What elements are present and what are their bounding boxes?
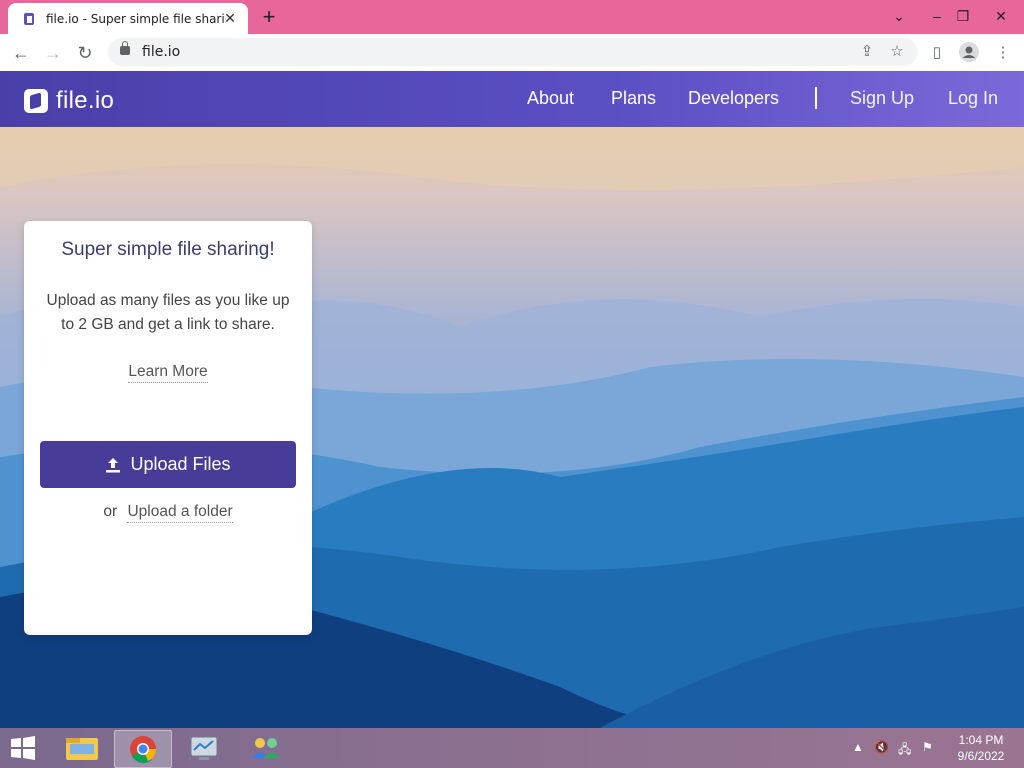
share-icon[interactable]: ⇪ (856, 41, 878, 63)
or-text: or (103, 503, 118, 520)
upload-folder-row: or Upload a folder (24, 503, 312, 523)
start-button[interactable] (8, 735, 38, 761)
upload-files-label: Upload Files (130, 454, 231, 474)
card-title: Super simple file sharing! (61, 239, 275, 260)
upload-icon (105, 457, 121, 473)
tab-search-icon[interactable]: ⌄ (884, 4, 914, 28)
card-description: Upload as many files as you like up to 2… (46, 292, 290, 333)
profile-avatar-icon[interactable] (958, 42, 980, 64)
browser-menu-icon[interactable]: ⋮ (992, 42, 1014, 64)
chrome-taskbar-icon[interactable] (114, 730, 172, 768)
close-window-button[interactable]: ✕ (986, 4, 1016, 28)
nav-divider (815, 87, 817, 109)
back-icon[interactable]: ← (8, 40, 34, 66)
learn-more-row: Learn More (24, 363, 312, 383)
bookmark-star-icon[interactable]: ☆ (886, 41, 908, 63)
fileio-logo-icon (24, 89, 48, 113)
restore-button[interactable]: ❐ (948, 4, 978, 28)
monitor-app-taskbar-icon[interactable] (176, 730, 232, 766)
site-header: file.io About Plans Developers Sign Up L… (0, 71, 1024, 127)
upload-card: Super simple file sharing! Upload as man… (24, 221, 312, 635)
forward-icon[interactable]: → (40, 40, 66, 66)
action-center-icon[interactable]: ⚑ (922, 740, 933, 754)
upload-folder-link[interactable]: Upload a folder (127, 503, 233, 523)
clock-date: 9/6/2022 (957, 749, 1005, 763)
learn-more-link[interactable]: Learn More (128, 363, 208, 383)
address-bar[interactable]: file.io ⇪ ☆ (108, 38, 918, 66)
reload-icon[interactable]: ↻ (72, 40, 98, 66)
windows-taskbar: ▲ 🔇 🖧 ⚑ 1:04 PM 9/6/2022 (0, 728, 1024, 768)
nav-about[interactable]: About (527, 88, 574, 109)
browser-toolbar: ← → ↻ file.io ⇪ ☆ ▯ ⋮ (0, 34, 1024, 72)
lock-icon[interactable] (120, 41, 130, 55)
volume-muted-icon[interactable]: 🔇 (874, 740, 889, 754)
clock-time: 1:04 PM (958, 733, 1004, 747)
nav-log-in[interactable]: Log In (948, 88, 998, 109)
users-app-taskbar-icon[interactable] (238, 730, 294, 766)
browser-tabstrip: file.io - Super simple file sharing ✕ + … (0, 0, 1024, 34)
file-explorer-taskbar-icon[interactable] (54, 730, 110, 766)
fileio-favicon-icon (22, 12, 36, 26)
site-logo[interactable]: file.io (24, 87, 114, 115)
tab-title: file.io - Super simple file sharing (46, 11, 226, 26)
show-hidden-icons-icon[interactable]: ▲ (852, 740, 864, 754)
nav-developers[interactable]: Developers (688, 88, 779, 109)
nav-sign-up[interactable]: Sign Up (850, 88, 914, 109)
side-panel-icon[interactable]: ▯ (926, 42, 948, 64)
new-tab-button[interactable]: + (258, 6, 280, 28)
nav-plans[interactable]: Plans (611, 88, 656, 109)
close-tab-icon[interactable]: ✕ (222, 10, 238, 26)
taskbar-clock[interactable]: 1:04 PM 9/6/2022 (946, 732, 1016, 764)
upload-files-button[interactable]: Upload Files (40, 441, 296, 488)
browser-tab[interactable]: file.io - Super simple file sharing ✕ (8, 3, 248, 34)
network-icon[interactable]: 🖧 (898, 740, 911, 761)
url-text[interactable]: file.io (142, 44, 180, 60)
logo-text: file.io (56, 87, 115, 114)
windows-logo-icon (11, 736, 35, 760)
